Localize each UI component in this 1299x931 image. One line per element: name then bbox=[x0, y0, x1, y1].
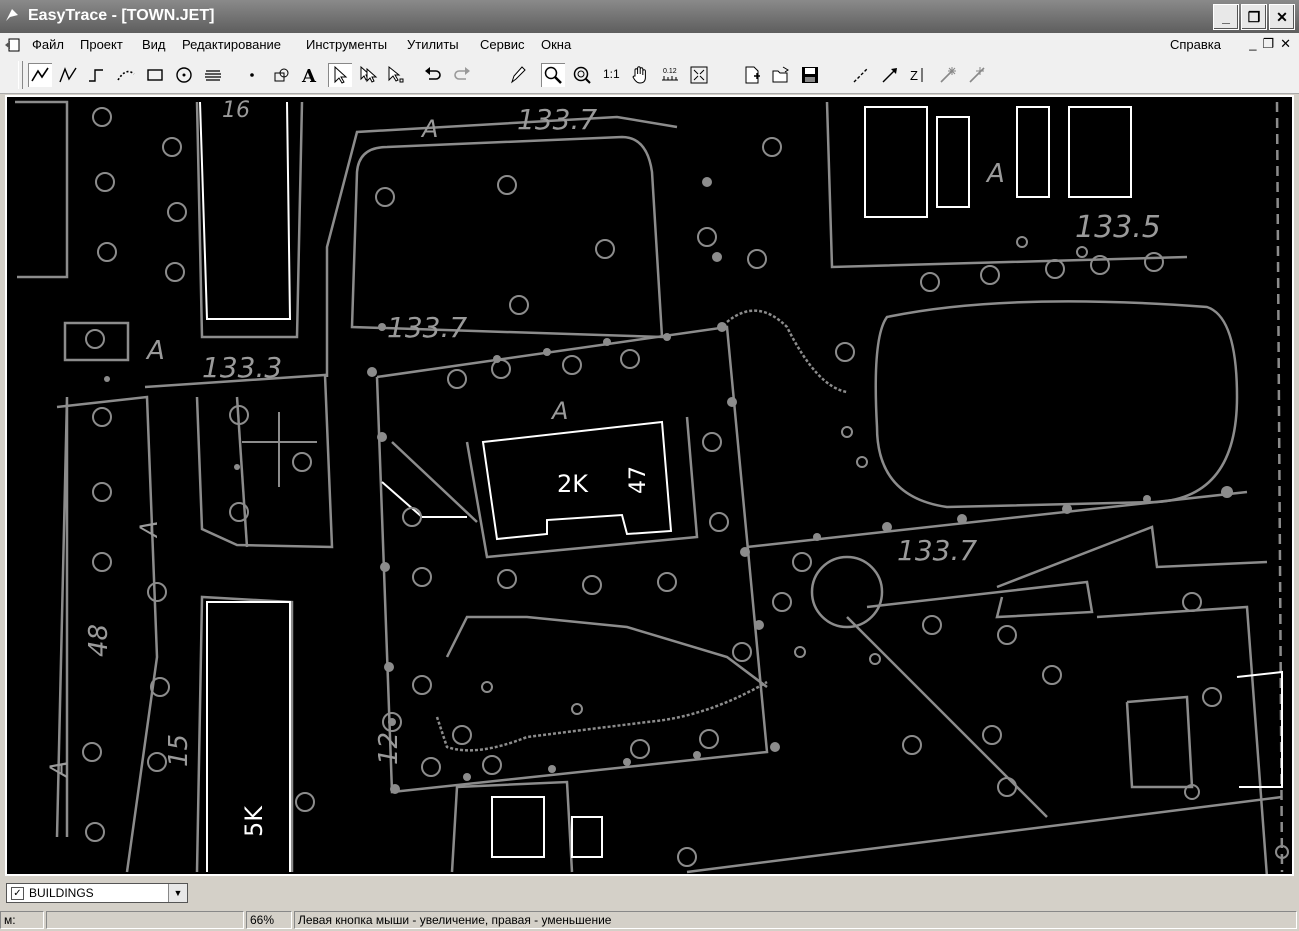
map-label: 47 bbox=[626, 466, 651, 494]
chevron-down-icon[interactable]: ▼ bbox=[168, 884, 187, 902]
node-icon[interactable] bbox=[269, 63, 293, 87]
point-icon[interactable] bbox=[240, 63, 264, 87]
auto-trace-icon[interactable] bbox=[936, 63, 960, 87]
map-label: 2K bbox=[557, 470, 589, 498]
menu-view[interactable]: Вид bbox=[142, 37, 166, 52]
svg-text:Z: Z bbox=[910, 68, 918, 83]
toolbar-grip[interactable] bbox=[18, 61, 23, 89]
map-label: 5K bbox=[240, 805, 268, 837]
measure-icon[interactable]: 0.12 bbox=[658, 63, 682, 87]
redo-icon[interactable] bbox=[450, 63, 474, 87]
z-value-icon[interactable]: Z bbox=[907, 63, 931, 87]
hatch-icon[interactable] bbox=[201, 63, 225, 87]
map-label: 48 bbox=[84, 624, 114, 657]
zoom-in-icon[interactable] bbox=[541, 63, 565, 87]
save-icon[interactable] bbox=[798, 63, 822, 87]
app-icon[interactable] bbox=[4, 7, 20, 23]
mdi-restore-button[interactable]: ❐ bbox=[1262, 36, 1274, 52]
status-coords: м: bbox=[0, 911, 44, 929]
polygon-icon[interactable] bbox=[56, 63, 80, 87]
menu-edit[interactable]: Редактирование bbox=[182, 37, 281, 52]
map-label: 133.7 bbox=[387, 311, 467, 344]
menu-utilities[interactable]: Утилиты bbox=[407, 37, 459, 52]
trace-stop-icon[interactable] bbox=[965, 63, 989, 87]
menu-bar: Файл Проект Вид Редактирование Инструмен… bbox=[0, 33, 1299, 57]
maximize-button[interactable]: ❐ bbox=[1241, 4, 1267, 30]
map-label: A bbox=[45, 761, 73, 779]
multi-select-icon[interactable] bbox=[356, 63, 380, 87]
map-canvas[interactable]: 16 133.7 A 133.5 A 133.3 133.7 A 2K 47 1… bbox=[5, 95, 1294, 876]
menu-tools[interactable]: Инструменты bbox=[306, 37, 387, 52]
scale-1-1[interactable]: 1:1 bbox=[603, 67, 620, 81]
toolbar: A 1:1 0.12 Z bbox=[0, 57, 1299, 94]
menu-project[interactable]: Проект bbox=[80, 37, 123, 52]
close-button[interactable]: ✕ bbox=[1269, 4, 1295, 30]
layer-name: BUILDINGS bbox=[29, 886, 94, 900]
menu-help[interactable]: Справка bbox=[1170, 37, 1221, 52]
rectangle-icon[interactable] bbox=[143, 63, 167, 87]
menu-windows[interactable]: Окна bbox=[541, 37, 571, 52]
polyline-icon[interactable] bbox=[28, 63, 52, 87]
svg-text:0.12: 0.12 bbox=[663, 68, 677, 75]
map-label: 12 bbox=[374, 732, 404, 765]
layer-visible-checkbox[interactable]: ✓ bbox=[11, 887, 24, 900]
map-label: 133.7 bbox=[517, 103, 597, 136]
map-label: A bbox=[420, 115, 438, 143]
pan-hand-icon[interactable] bbox=[628, 63, 652, 87]
fit-window-icon[interactable] bbox=[687, 63, 711, 87]
undo-icon[interactable] bbox=[421, 63, 445, 87]
select-node-icon[interactable] bbox=[384, 63, 408, 87]
document-icon[interactable] bbox=[4, 37, 22, 53]
layer-dropdown[interactable]: ✓ BUILDINGS ▼ bbox=[6, 883, 188, 903]
layer-bar: ✓ BUILDINGS ▼ bbox=[0, 880, 1299, 908]
minimize-button[interactable]: _ bbox=[1213, 4, 1239, 30]
map-label: 133.3 bbox=[202, 351, 282, 384]
text-tool-icon[interactable]: A bbox=[298, 63, 322, 87]
window-title: EasyTrace - [TOWN.JET] bbox=[28, 7, 215, 24]
map-label: A bbox=[135, 521, 163, 539]
map-label: 16 bbox=[222, 98, 250, 123]
map-label: 133.7 bbox=[897, 534, 977, 567]
pencil-icon[interactable] bbox=[505, 63, 529, 87]
mdi-minimize-button[interactable]: _ bbox=[1249, 36, 1256, 52]
zoom-out-icon[interactable] bbox=[570, 63, 594, 87]
menu-service[interactable]: Сервис bbox=[480, 37, 525, 52]
status-zoom: 66% bbox=[246, 911, 292, 929]
map-label: A bbox=[985, 159, 1005, 189]
map-label: 15 bbox=[164, 734, 194, 767]
orthogonal-line-icon[interactable] bbox=[84, 63, 108, 87]
open-folder-icon[interactable] bbox=[769, 63, 793, 87]
title-bar: EasyTrace - [TOWN.JET] _ ❐ ✕ bbox=[0, 0, 1299, 33]
line-join-icon[interactable] bbox=[849, 63, 873, 87]
new-file-icon[interactable] bbox=[740, 63, 764, 87]
circle-icon[interactable] bbox=[172, 63, 196, 87]
status-message: Левая кнопка мыши - увеличение, правая -… bbox=[294, 911, 1297, 929]
select-arrow-icon[interactable] bbox=[328, 63, 352, 87]
line-extend-icon[interactable] bbox=[878, 63, 902, 87]
status-empty-field bbox=[46, 911, 244, 929]
mdi-close-button[interactable]: ✕ bbox=[1280, 36, 1291, 52]
dashed-line-icon[interactable] bbox=[114, 63, 138, 87]
svg-text:A: A bbox=[301, 66, 317, 85]
menu-file[interactable]: Файл bbox=[32, 37, 64, 52]
status-bar: м: 66% Левая кнопка мыши - увеличение, п… bbox=[0, 909, 1299, 931]
map-drawing[interactable]: 16 133.7 A 133.5 A 133.3 133.7 A 2K 47 1… bbox=[7, 97, 1292, 874]
map-label: A bbox=[145, 336, 165, 366]
map-label: A bbox=[550, 397, 568, 425]
map-label: 133.5 bbox=[1075, 210, 1161, 245]
